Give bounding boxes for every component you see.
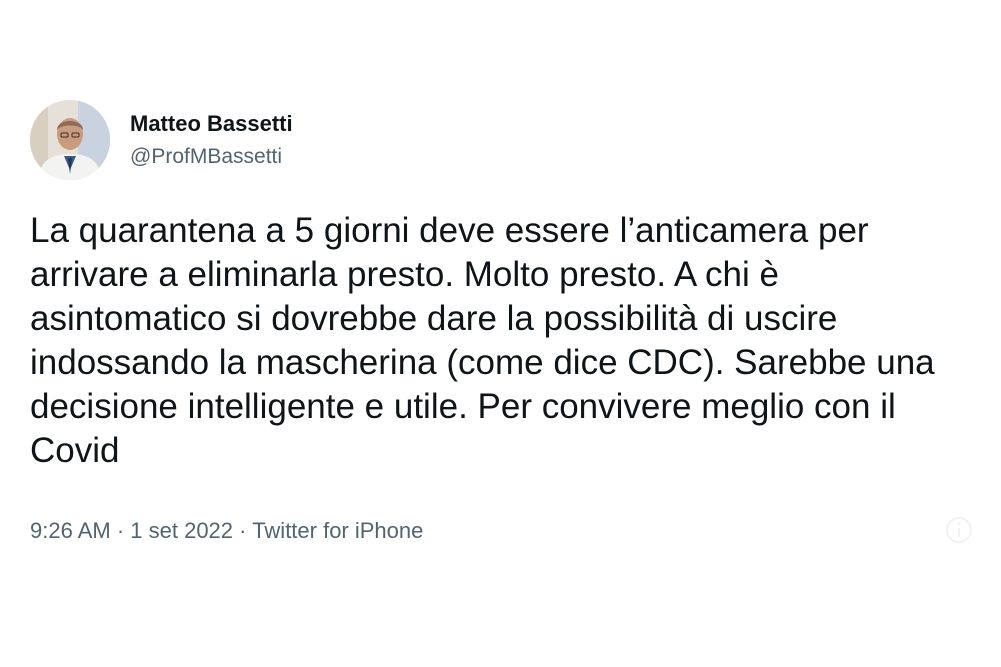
author-name[interactable]: Matteo Bassetti [130,111,293,137]
avatar-image [30,100,110,180]
tweet-date[interactable]: 1 set 2022 [130,518,233,543]
tweet-source[interactable]: Twitter for iPhone [252,518,423,543]
avatar[interactable] [30,100,110,180]
info-icon [946,517,972,543]
tweet-time[interactable]: 9:26 AM [30,518,111,543]
tweet-text: La quarantena a 5 giorni deve essere l’a… [30,211,935,470]
meta-separator: · [233,518,253,543]
author-handle[interactable]: @ProfMBassetti [130,145,282,169]
tweet-card: Matteo Bassetti @ProfMBassetti La quaran… [0,78,1001,568]
tweet-meta: 9:26 AM · 1 set 2022 · Twitter for iPhon… [30,518,423,544]
meta-separator: · [110,518,131,543]
